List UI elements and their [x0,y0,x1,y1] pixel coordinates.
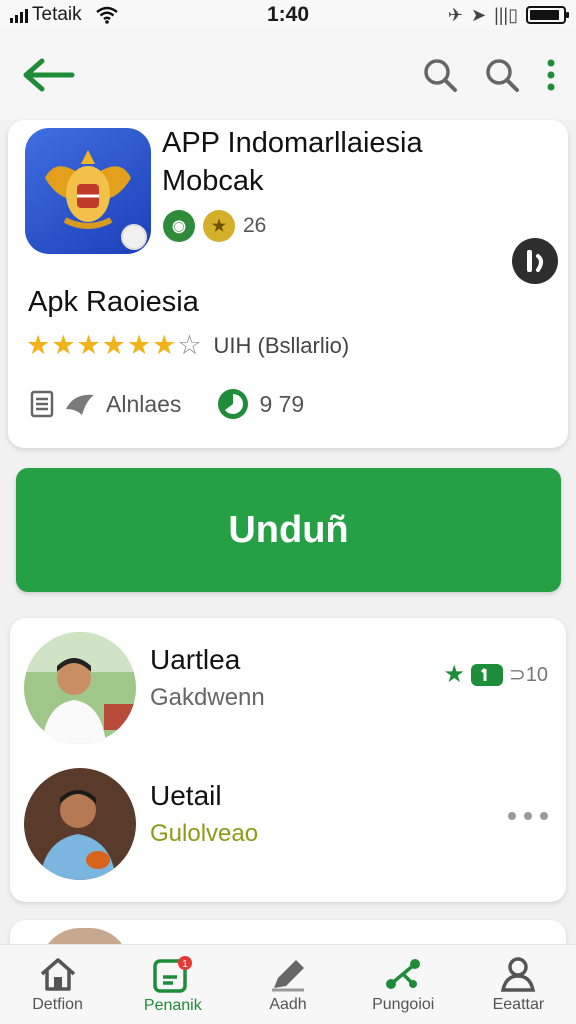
install-button[interactable]: Unduñ [16,468,561,592]
nav-label: Pungoioi [372,995,435,1013]
apk-name: Apk Raoiesia [28,286,199,318]
floating-action-button[interactable] [512,238,558,284]
avatar [24,632,136,744]
document-icon [30,390,54,418]
app-title-line1: APP Indomarllaiesia [162,127,423,159]
dot-icon [540,812,548,820]
top-app-bar [0,30,576,120]
signal-icon [10,7,28,23]
bottom-navigation: Detfion 1 Penanik Aadh Pungoioi Eeattar [0,944,576,1024]
developer-badge-icon: ◉ [163,210,195,242]
star-icon: ★ [101,330,126,360]
edit-icon [272,959,304,991]
nav-item-pungoioi[interactable]: Pungoioi [346,945,461,1024]
network-icon: |||▯ [494,4,518,25]
meta-label: Alnlaes [106,390,182,417]
pause-icon [527,250,543,272]
developer-row: ◉ ★ 26 [163,210,266,242]
reviewer-item[interactable]: Uartlea Gakdwenn ★ ⊃10 [24,632,554,752]
dot-icon [524,812,532,820]
person-icon [501,956,536,992]
meta-value: 9 79 [259,390,305,417]
reviewer-photo-icon [24,632,136,744]
star-icon: ★ [51,330,76,360]
wifi-icon [95,6,118,24]
back-arrow-icon [23,58,75,92]
reviewer-name: Uartlea [150,644,241,675]
status-left: Tetaik [10,4,118,26]
battery-fill [530,10,559,20]
badge-icon [470,663,503,686]
rating-row: ★ ★ ★ ★ ★ ★ ☆ UIH (Bsllarlio) [26,332,349,359]
reviewer-name: Uetail [150,780,222,811]
nav-label: Detfion [32,995,83,1013]
search-button-secondary[interactable] [484,57,520,93]
nav-label: Aadh [269,995,307,1013]
top-actions [422,57,556,93]
star-icon: ★ [126,330,152,360]
rating-text: UIH (Bsllarlio) [213,332,350,358]
share-icon [386,958,421,989]
nav-item-penanik[interactable]: 1 Penanik [115,945,230,1024]
reviewer-score: ⊃10 [508,664,548,686]
avatar [24,768,136,880]
reviewer-item[interactable]: Uetail Gulolveao [24,768,554,888]
nav-item-aadh[interactable]: Aadh [230,945,345,1024]
app-info-card: APP Indomarllaiesia Mobcak ◉ ★ 26 Apk Ra… [8,120,568,448]
star-icon: ★ [443,661,465,688]
battery-icon [526,6,569,24]
app-title: APP Indomarllaiesia Mobcak [162,124,562,200]
star-icon: ★ [152,330,177,360]
search-button[interactable] [422,57,458,93]
status-bar: Tetaik 1:40 ✈ ➤ |||▯ [0,0,576,30]
search-icon [424,59,457,92]
back-button[interactable] [20,55,76,95]
nav-label: Eeattar [492,995,545,1013]
location-icon: ➤ [470,4,487,25]
star-icon: ☆ [177,330,202,360]
more-options-button[interactable] [546,58,556,92]
bird-icon [66,394,94,415]
star-icon: ★ [76,330,101,360]
search-icon [486,59,519,92]
app-icon-badge [121,224,147,250]
play-badge-icon [218,389,249,419]
reviewer-subtitle: Gulolveao [150,820,259,847]
nav-item-eeattar[interactable]: Eeattar [461,945,576,1024]
more-dots-button[interactable] [508,812,548,820]
rating-stars: ★ ★ ★ ★ ★ ★ ☆ [26,332,202,359]
status-right: ✈ ➤ |||▯ [447,4,569,26]
reviewer-meta: ★ ⊃10 [443,660,548,689]
airplane-icon: ✈ [447,4,463,25]
reviewer-photo-icon [24,768,136,880]
developer-count: 26 [243,214,267,237]
nav-item-detfion[interactable]: Detfion [0,945,115,1024]
dot-icon [508,812,516,820]
app-icon[interactable] [25,128,151,254]
reviewer-subtitle: Gakdwenn [150,684,265,711]
carrier-name: Tetaik [32,4,82,25]
more-vert-icon [547,59,555,91]
reviewers-card: Uartlea Gakdwenn ★ ⊃10 Uetail Gulolveao [10,618,566,902]
svg-text:1: 1 [182,959,188,970]
home-icon [40,957,75,991]
nav-label: Penanik [143,996,202,1014]
star-icon: ★ [26,330,51,360]
meta-row: Alnlaes 9 79 [30,388,304,420]
award-badge-icon: ★ [203,210,235,242]
app-title-line2: Mobcak [162,165,264,197]
app-badge-icon: 1 [153,955,192,993]
